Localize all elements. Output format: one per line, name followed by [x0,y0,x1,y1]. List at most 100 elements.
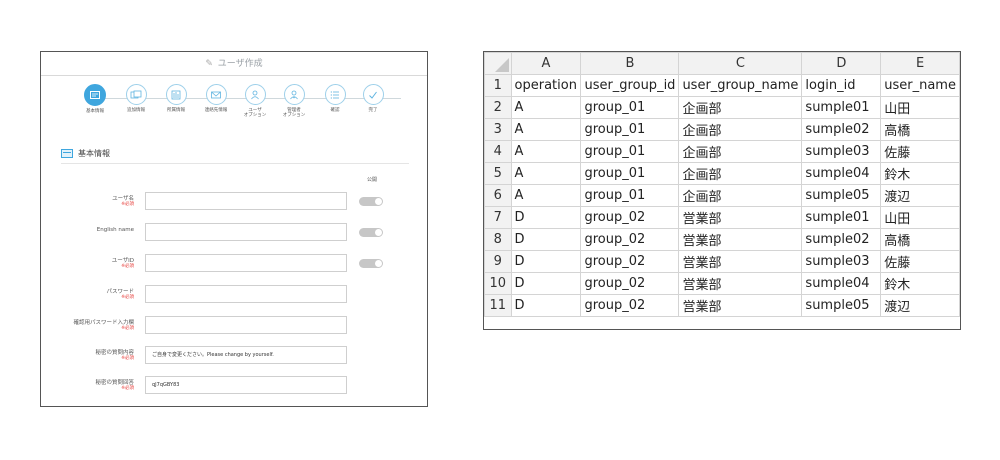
required-mark: ※必須 [121,295,134,300]
cell[interactable]: sumple04 [801,162,882,185]
public-toggle[interactable] [359,259,383,268]
step-6[interactable]: 管理者 オプション [272,84,316,118]
cell[interactable]: sumple05 [801,184,882,207]
cell[interactable]: sumple01 [801,96,882,119]
step-8[interactable]: 完了 [351,84,395,113]
spreadsheet-body: 1 operation user_group_id user_group_name lo… [484,74,960,317]
cell[interactable]: D [510,250,582,273]
card-icon [84,84,106,106]
cell[interactable]: D [510,206,582,229]
column-header[interactable]: D [801,52,882,75]
cell[interactable]: 佐藤 [880,250,960,273]
cell[interactable]: sumple02 [801,118,882,141]
column-header[interactable]: A [510,52,582,75]
cell[interactable]: group_02 [580,250,680,273]
form-row-5: 確認用パスワード入力欄 ※必須 [41,316,427,336]
cell[interactable]: 渡辺 [880,184,960,207]
cell[interactable]: 渡辺 [880,294,960,317]
row-header[interactable]: 2 [484,96,512,119]
column-header[interactable]: B [580,52,680,75]
cell[interactable]: 企画部 [678,118,803,141]
cell[interactable]: group_01 [580,118,680,141]
cell[interactable]: A [510,140,582,163]
step-3[interactable]: 所属情報 [154,84,198,113]
cell[interactable]: 営業部 [678,250,803,273]
row-header[interactable]: 3 [484,118,512,141]
field-label: 秘密の質問回答 ※必須 [61,380,134,392]
step-label: 管理者 オプション [282,108,306,118]
row-header[interactable]: 9 [484,250,512,273]
public-toggle[interactable] [359,197,383,206]
cell[interactable]: group_02 [580,272,680,295]
cell[interactable]: 企画部 [678,96,803,119]
cell[interactable]: login_id [801,74,882,97]
cell[interactable]: 鈴木 [880,162,960,185]
cell[interactable]: group_02 [580,294,680,317]
cell[interactable]: A [510,118,582,141]
step-5[interactable]: ユーザ オプション [233,84,277,118]
cell[interactable]: 高橋 [880,118,960,141]
column-header[interactable]: E [880,52,960,75]
row-header[interactable]: 6 [484,184,512,207]
cell[interactable]: D [510,272,582,295]
cell[interactable]: 山田 [880,96,960,119]
cell[interactable]: 企画部 [678,184,803,207]
cell[interactable]: 企画部 [678,162,803,185]
row-header[interactable]: 7 [484,206,512,229]
table-row: 5 Agroup_01 企画部 sumple04 鈴木 [484,162,960,185]
field-input[interactable] [145,316,347,334]
cell[interactable]: sumple04 [801,272,882,295]
row-header[interactable]: 5 [484,162,512,185]
field-input[interactable] [145,223,347,241]
cell[interactable]: D [510,228,582,251]
field-label: 確認用パスワード入力欄 ※必須 [61,320,134,332]
public-toggle[interactable] [359,228,383,237]
cell[interactable]: 企画部 [678,140,803,163]
cell[interactable]: group_01 [580,184,680,207]
cell[interactable]: 佐藤 [880,140,960,163]
required-mark: ※必須 [121,386,134,391]
form-row-7: 秘密の質問回答 ※必須 qJ7qGBY83 [41,376,427,396]
select-all-corner[interactable] [484,52,512,75]
cell[interactable]: operation [510,74,582,97]
cell[interactable]: group_01 [580,162,680,185]
cell[interactable]: 山田 [880,206,960,229]
cell[interactable]: user_group_name [678,74,803,97]
cell[interactable]: group_01 [580,96,680,119]
row-header[interactable]: 4 [484,140,512,163]
cell[interactable]: sumple03 [801,250,882,273]
row-header[interactable]: 10 [484,272,512,295]
cell[interactable]: A [510,162,582,185]
step-2[interactable]: 追加情報 [114,84,158,113]
cell[interactable]: group_02 [580,228,680,251]
cell[interactable]: user_name [880,74,960,97]
cell[interactable]: group_02 [580,206,680,229]
cell[interactable]: 営業部 [678,228,803,251]
cell[interactable]: group_01 [580,140,680,163]
cell[interactable]: sumple05 [801,294,882,317]
cell[interactable]: 営業部 [678,294,803,317]
cell[interactable]: D [510,294,582,317]
cell[interactable]: A [510,96,582,119]
row-header[interactable]: 8 [484,228,512,251]
field-input[interactable] [145,254,347,272]
field-input[interactable] [145,192,347,210]
table-row: 3 Agroup_01 企画部 sumple02 高橋 [484,118,960,141]
step-4[interactable]: 連絡先情報 [194,84,238,113]
field-input[interactable]: ご自身で変更ください。Please change by yourself. [145,346,347,364]
cell[interactable]: user_group_id [580,74,680,97]
row-header[interactable]: 11 [484,294,512,317]
field-input[interactable]: qJ7qGBY83 [145,376,347,394]
step-1[interactable]: 基本情報 [73,84,117,114]
cell[interactable]: 営業部 [678,272,803,295]
cell[interactable]: sumple02 [801,228,882,251]
cell[interactable]: 営業部 [678,206,803,229]
cell[interactable]: sumple03 [801,140,882,163]
row-header[interactable]: 1 [484,74,512,97]
cell[interactable]: sumple01 [801,206,882,229]
cell[interactable]: A [510,184,582,207]
cell[interactable]: 高橋 [880,228,960,251]
cell[interactable]: 鈴木 [880,272,960,295]
field-input[interactable] [145,285,347,303]
column-header[interactable]: C [678,52,803,75]
